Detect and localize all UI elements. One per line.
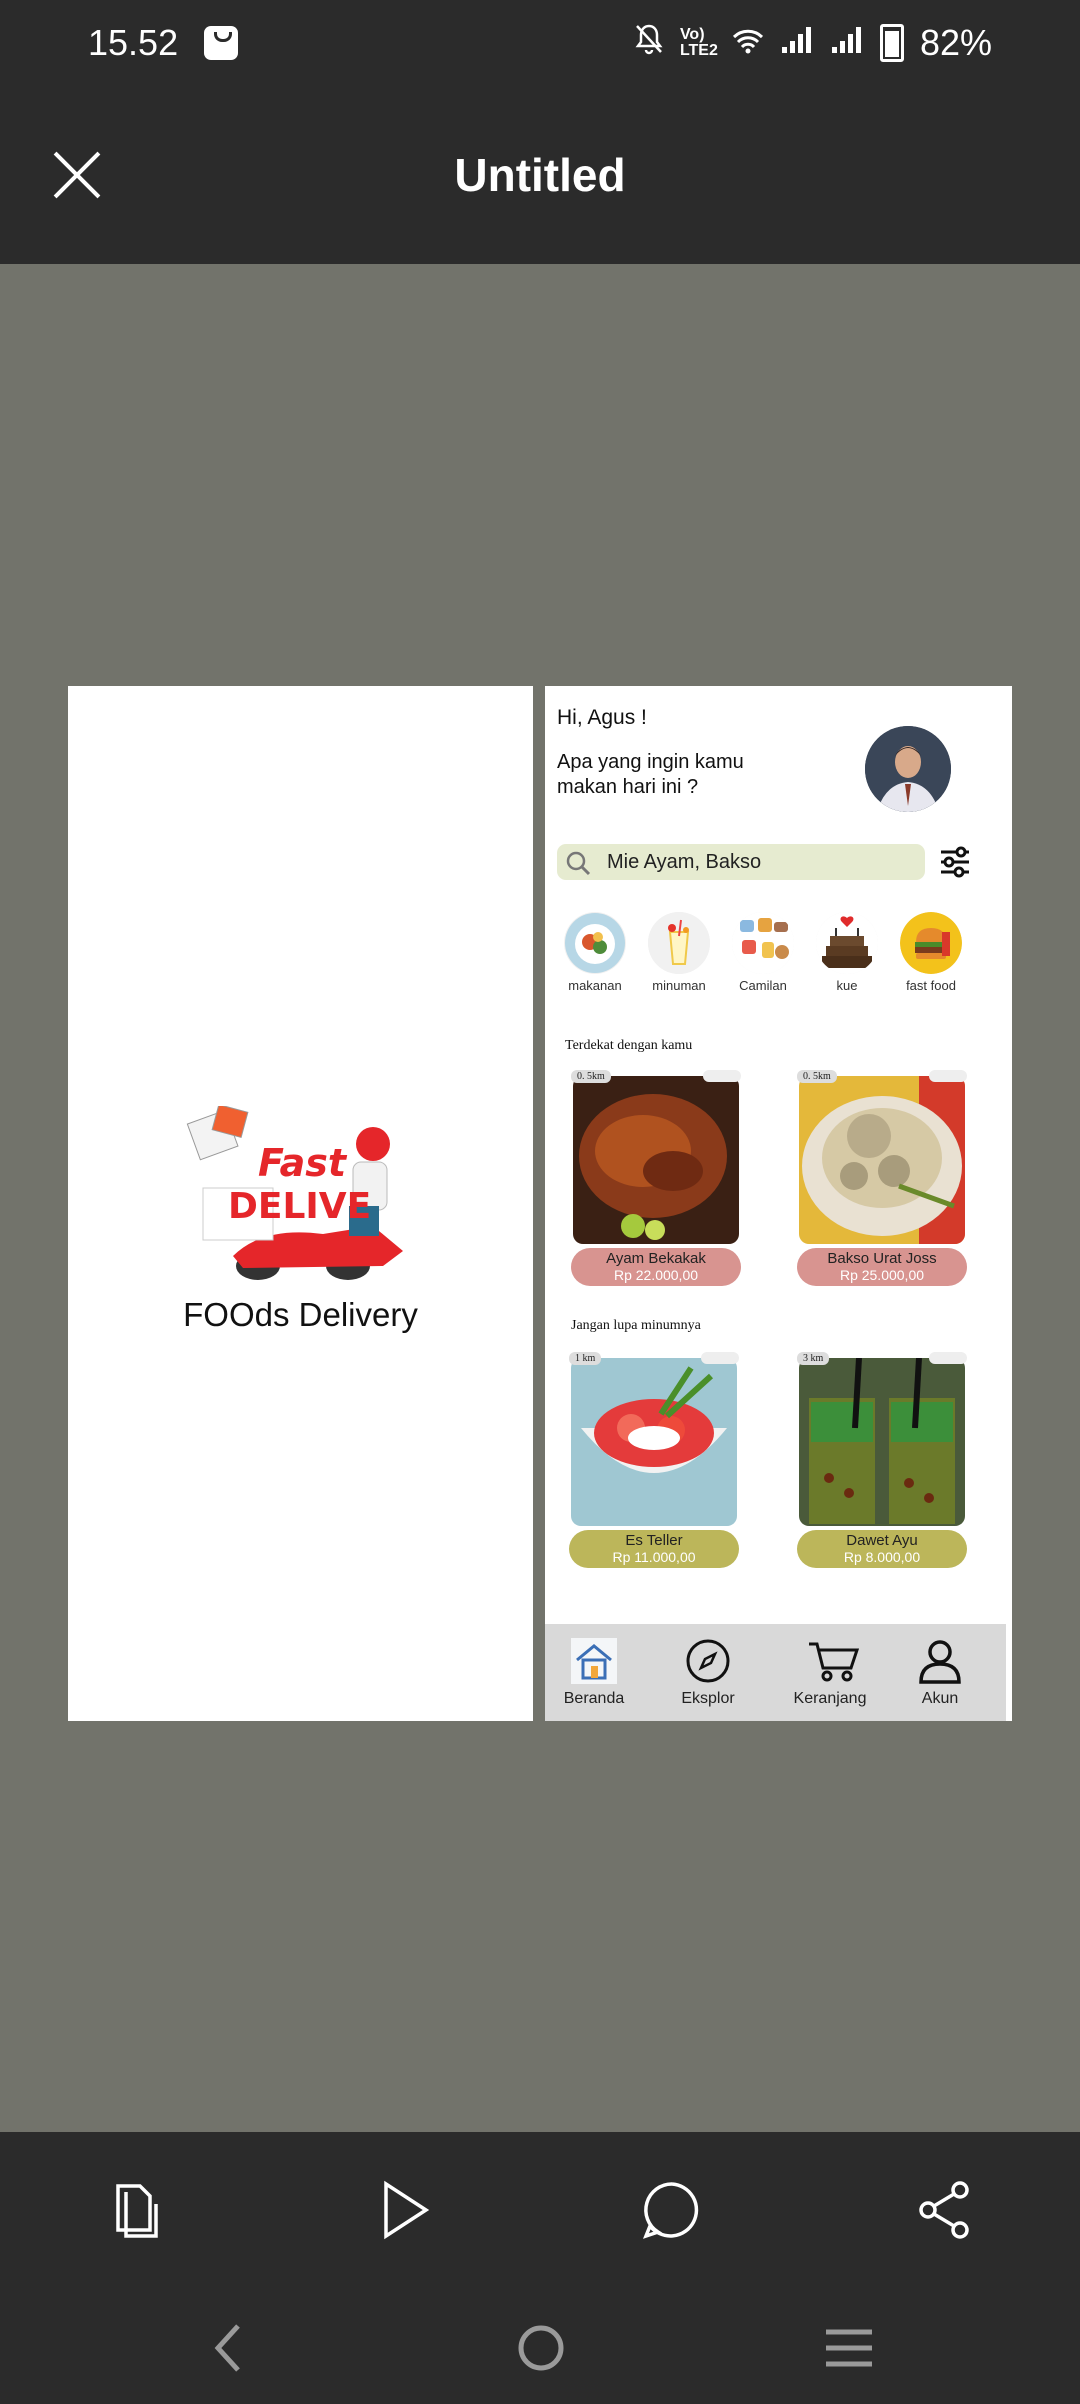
cake-icon (816, 912, 878, 974)
home-nav-icon[interactable] (516, 2322, 566, 2379)
category-makanan[interactable]: makanan (555, 912, 635, 993)
category-kue[interactable]: kue (807, 912, 887, 993)
user-icon (917, 1638, 963, 1684)
snack-icon (732, 912, 794, 974)
food-image (799, 1076, 965, 1244)
category-row: makanan minuman Camilan kue fast food (555, 912, 1005, 993)
greeting-text: Hi, Agus ! (557, 706, 647, 729)
home-icon (571, 1638, 617, 1684)
drink-price: Rp 11.000,00 (612, 1549, 696, 1565)
tab-akun[interactable]: Akun (895, 1638, 985, 1708)
svg-text:DELIVE: DELIVE (228, 1186, 371, 1227)
distance-badge: 3 km (797, 1352, 830, 1365)
splash-frame[interactable]: Fast DELIVE FOOds Delivery (68, 686, 533, 1721)
battery-percent: 82% (919, 22, 992, 63)
tab-eksplor[interactable]: Eksplor (663, 1638, 753, 1708)
search-input[interactable] (607, 848, 907, 876)
drink-card[interactable]: 1 km Es Teller Rp 11.000,00 (569, 1352, 739, 1576)
bottom-tab-bar: Beranda Eksplor Keranjang Akun (545, 1624, 1006, 1721)
price-pill: Dawet Ayu Rp 8.000,00 (797, 1530, 967, 1568)
drink-card[interactable]: 3 km Dawet Ayu Rp 8.000,00 (797, 1352, 967, 1576)
question-text: Apa yang ingin kamu makan hari ini ? (557, 751, 744, 798)
section-title-nearby: Terdekat dengan kamu (565, 1038, 693, 1053)
play-button[interactable] (372, 2178, 436, 2242)
tab-beranda[interactable]: Beranda (549, 1638, 639, 1708)
food-name: Bakso Urat Joss (827, 1250, 937, 1267)
time-badge (929, 1070, 967, 1082)
food-card[interactable]: 0. 5km Bakso Urat Joss Rp 25.000,00 (797, 1070, 967, 1294)
system-nav-bar (0, 2292, 1080, 2404)
home-frame[interactable]: Hi, Agus ! Apa yang ingin kamu makan har… (545, 686, 1012, 1721)
page-title: Untitled (454, 149, 626, 201)
section-title-drinks: Jangan lupa minumnya (571, 1318, 701, 1333)
lte-indicator: Vo) LTE2 (679, 26, 718, 59)
svg-text:Fast: Fast (258, 1141, 348, 1185)
tab-label: Beranda (563, 1690, 625, 1707)
recents-icon[interactable] (824, 2326, 874, 2375)
drink-name: Dawet Ayu (846, 1532, 918, 1549)
drink-icon (648, 912, 710, 974)
battery-icon (879, 24, 904, 62)
category-minuman[interactable]: minuman (639, 912, 719, 993)
signal-icon-2 (830, 22, 864, 64)
top-bar: 15.52 Vo) LTE2 82% Untitled (0, 0, 1080, 264)
comment-button[interactable] (640, 2178, 704, 2242)
time-badge (701, 1352, 739, 1364)
filter-icon[interactable] (937, 844, 973, 880)
share-button[interactable] (912, 2178, 976, 2242)
pages-button[interactable] (104, 2178, 168, 2242)
tab-label: Keranjang (793, 1690, 867, 1707)
drink-image (571, 1358, 737, 1526)
drink-image (799, 1358, 965, 1526)
tab-label: Akun (921, 1690, 959, 1707)
back-icon[interactable] (210, 2322, 246, 2379)
search-bar[interactable] (557, 844, 925, 880)
drink-name: Es Teller (625, 1532, 683, 1549)
tab-keranjang[interactable]: Keranjang (785, 1638, 875, 1708)
status-time: 15.52 (88, 22, 179, 63)
burger-icon (900, 912, 962, 974)
shopping-bag-icon (204, 26, 238, 60)
compass-icon (685, 1638, 731, 1684)
food-price: Rp 22.000,00 (613, 1267, 699, 1283)
category-label: makanan (568, 978, 622, 993)
category-label: kue (836, 978, 858, 993)
wifi-icon (732, 22, 764, 64)
category-camilan[interactable]: Camilan (723, 912, 803, 993)
drink-price: Rp 8.000,00 (843, 1549, 921, 1565)
category-label: minuman (652, 978, 706, 993)
bell-off-icon (634, 23, 664, 63)
cart-icon (807, 1638, 860, 1684)
signal-icon (780, 22, 814, 64)
food-price: Rp 25.000,00 (839, 1267, 925, 1283)
food-plate-icon (564, 912, 626, 974)
food-name: Ayam Bekakak (606, 1250, 706, 1267)
delivery-logo: Fast DELIVE (173, 1103, 443, 1286)
status-icons: Vo) LTE2 82% (634, 22, 992, 64)
category-fast-food[interactable]: fast food (891, 912, 971, 993)
time-badge (703, 1070, 741, 1082)
app-caption: FOOds Delivery (183, 1296, 418, 1333)
price-pill: Es Teller Rp 11.000,00 (569, 1530, 739, 1568)
food-image (573, 1076, 739, 1244)
action-bar (0, 2132, 1080, 2292)
food-card[interactable]: 0. 5km Ayam Bekakak Rp 22.000,00 (571, 1070, 741, 1294)
distance-badge: 0. 5km (797, 1070, 837, 1083)
category-label: Camilan (739, 978, 787, 993)
search-icon (565, 850, 591, 881)
distance-badge: 1 km (569, 1352, 602, 1365)
time-badge (929, 1352, 967, 1364)
price-pill: Bakso Urat Joss Rp 25.000,00 (797, 1248, 967, 1286)
avatar[interactable] (865, 726, 951, 812)
category-label: fast food (906, 978, 956, 993)
distance-badge: 0. 5km (571, 1070, 611, 1083)
tab-label: Eksplor (681, 1690, 735, 1707)
price-pill: Ayam Bekakak Rp 22.000,00 (571, 1248, 741, 1286)
